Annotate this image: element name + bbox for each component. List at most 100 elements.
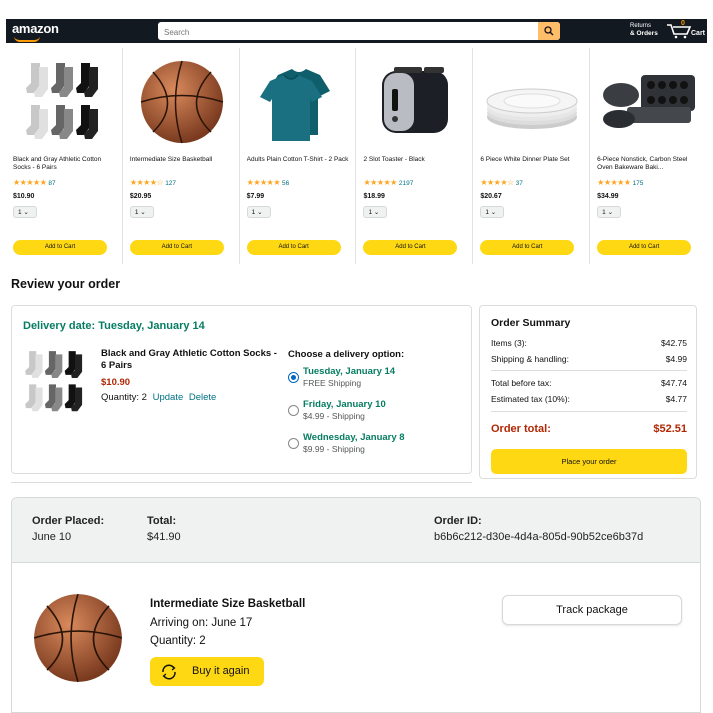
buy-again-label: Buy it again	[192, 665, 250, 677]
product-card: Black and Gray Athletic Cotton Socks - 6…	[6, 48, 123, 264]
quantity-select[interactable]: 1 ⌄	[597, 206, 622, 218]
product-name[interactable]: 2 Slot Toaster - Black	[363, 156, 467, 173]
cart-count: 0	[681, 20, 685, 27]
product-card: 2 Slot Toaster - Black ★★★★★ 2197 $18.99 …	[356, 48, 474, 264]
delivery-option-cost: $9.99 - Shipping	[303, 444, 365, 454]
basketball-image	[32, 592, 124, 684]
buy-again-icon	[162, 664, 176, 680]
rating-count[interactable]: 56	[282, 180, 289, 187]
order-id-value: b6b6c212-d30e-4d4a-805d-90b52ce6b37d	[434, 531, 644, 543]
star-rating-icon: ★★★★★	[363, 178, 397, 187]
product-rating: ★★★★☆ 127	[130, 178, 176, 187]
plates-image[interactable]	[483, 58, 581, 146]
bakeware-image[interactable]	[600, 58, 698, 146]
star-rating-icon: ★★★★★	[597, 178, 631, 187]
product-name[interactable]: Intermediate Size Basketball	[130, 156, 234, 173]
add-to-cart-button[interactable]: Add to Cart	[129, 240, 224, 255]
product-price: $7.99	[246, 193, 265, 200]
delivery-date: Delivery date: Tuesday, January 14	[23, 320, 205, 332]
product-price: $20.95	[129, 193, 152, 200]
quantity-select[interactable]: 1 ⌄	[363, 206, 388, 218]
star-rating-icon: ★★★★☆	[480, 178, 514, 187]
order-summary: Order Summary Items (3): $42.75 Shipping …	[479, 305, 697, 479]
cart-label: Cart	[691, 30, 706, 37]
order-quantity: Quantity: 2	[150, 635, 206, 647]
arrival-date: Arriving on: June 17	[150, 617, 253, 629]
divider	[11, 482, 472, 483]
product-price: $34.99	[597, 193, 619, 200]
order-total-row: Order total: $52.51	[491, 423, 687, 435]
search-input[interactable]	[158, 23, 540, 40]
amazon-logo[interactable]: amazon	[12, 21, 59, 36]
delete-item-link[interactable]: Delete	[189, 392, 216, 403]
cart-link[interactable]: 0 Cart	[666, 20, 706, 41]
product-name[interactable]: 6-Piece Nonstick, Carbon Steel Oven Bake…	[597, 156, 701, 173]
toaster-image[interactable]	[366, 58, 464, 146]
radio-selected[interactable]	[288, 372, 299, 383]
logo-smile-icon	[14, 36, 40, 42]
star-rating-icon: ★★★★☆	[129, 178, 164, 187]
product-card: 6-Piece Nonstick, Carbon Steel Oven Bake…	[590, 48, 707, 264]
product-name[interactable]: 6 Piece White Dinner Plate Set	[480, 156, 584, 173]
order-id-label: Order ID:	[434, 515, 482, 527]
order-history-card: Order Placed: June 10 Total: $41.90 Orde…	[11, 497, 701, 713]
update-quantity-link[interactable]: Update	[153, 392, 184, 403]
rating-count[interactable]: 175	[633, 180, 644, 187]
add-to-cart-button[interactable]: Add to Cart	[597, 240, 692, 255]
order-product-name[interactable]: Intermediate Size Basketball	[150, 598, 305, 610]
rating-count[interactable]: 127	[165, 180, 176, 187]
star-rating-icon: ★★★★★	[13, 178, 47, 187]
orders-label: & Orders	[630, 30, 658, 37]
socks-image[interactable]	[16, 58, 114, 146]
rating-count[interactable]: 87	[48, 180, 55, 187]
order-placed-label: Order Placed:	[32, 515, 105, 527]
cart-item-price: $10.90	[101, 377, 131, 388]
rating-count[interactable]: 37	[516, 180, 523, 187]
order-total-label: Total:	[147, 515, 177, 527]
summary-divider	[491, 411, 687, 412]
order-total-value: $41.90	[147, 531, 181, 543]
product-card: 6 Piece White Dinner Plate Set ★★★★☆ 37 $…	[473, 48, 591, 264]
cart-item-name: Black and Gray Athletic Cotton Socks - 6…	[101, 348, 277, 371]
delivery-option-date: Friday, January 10	[303, 399, 386, 410]
star-rating-icon: ★★★★★	[246, 178, 281, 187]
quantity-select[interactable]: 1 ⌄	[13, 206, 37, 218]
add-to-cart-button[interactable]: Add to Cart	[13, 240, 107, 255]
buy-again-button[interactable]: Buy it again	[150, 657, 264, 686]
radio-unselected[interactable]	[288, 438, 299, 449]
review-order-title: Review your order	[11, 277, 121, 291]
returns-label: Returns	[630, 23, 652, 29]
summary-shipping-row: Shipping & handling: $4.99	[491, 354, 687, 364]
summary-divider	[491, 370, 687, 371]
product-price: $18.99	[363, 193, 385, 200]
socks-image	[24, 348, 88, 416]
tshirt-image[interactable]	[250, 58, 348, 146]
returns-orders-link[interactable]: Returns & Orders	[630, 22, 658, 38]
add-to-cart-button[interactable]: Add to Cart	[363, 240, 458, 255]
basketball-image[interactable]	[133, 58, 231, 146]
product-rating: ★★★★★ 87	[13, 178, 56, 187]
product-price: $10.90	[13, 193, 35, 200]
search-button[interactable]	[538, 22, 560, 40]
delivery-option-date: Tuesday, January 14	[303, 366, 396, 377]
summary-before-tax-row: Total before tax: $47.74	[491, 378, 687, 388]
product-rating: ★★★★★ 56	[247, 178, 290, 187]
rating-count[interactable]: 2197	[399, 180, 413, 187]
add-to-cart-button[interactable]: Add to Cart	[246, 240, 341, 255]
quantity-select[interactable]: 1 ⌄	[246, 206, 271, 218]
place-order-button[interactable]: Place your order	[491, 449, 687, 474]
radio-unselected[interactable]	[288, 405, 299, 416]
summary-items-row: Items (3): $42.75	[491, 338, 687, 348]
add-to-cart-button[interactable]: Add to Cart	[480, 240, 575, 255]
top-header: amazon Returns & Orders 0 Cart	[6, 19, 707, 43]
order-summary-title: Order Summary	[491, 317, 571, 329]
quantity-select[interactable]: 1 ⌄	[480, 206, 505, 218]
product-name[interactable]: Adults Plain Cotton T-Shirt - 2 Pack	[247, 156, 351, 173]
track-package-button[interactable]: Track package	[502, 595, 682, 625]
order-item-container: Delivery date: Tuesday, January 14 Black…	[11, 305, 472, 474]
cart-item-quantity-row: Quantity: 2 Update Delete	[101, 392, 216, 403]
search-icon	[544, 26, 554, 36]
product-grid: Black and Gray Athletic Cotton Socks - 6…	[6, 48, 707, 264]
quantity-select[interactable]: 1 ⌄	[129, 206, 154, 218]
product-name[interactable]: Black and Gray Athletic Cotton Socks - 6…	[13, 156, 117, 173]
